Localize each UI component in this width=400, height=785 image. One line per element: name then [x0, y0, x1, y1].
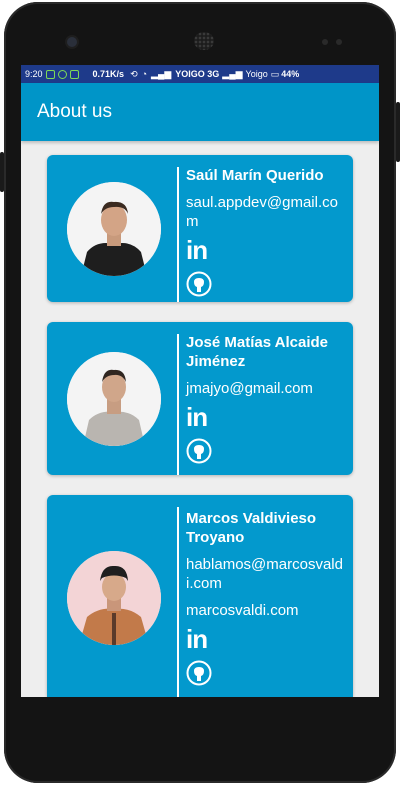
- network-speed: 0.71K/s: [92, 69, 125, 79]
- linkedin-icon[interactable]: in: [186, 237, 349, 263]
- vertical-divider: [177, 334, 179, 475]
- portrait-photo: [67, 352, 161, 446]
- light-sensor: [336, 39, 342, 45]
- team-card: Saúl Marín Querido saul.appdev@gmail.com…: [47, 155, 353, 302]
- member-name: Saúl Marín Querido: [186, 167, 324, 184]
- member-info: José Matías Alcaide Jiménez jmajyo@gmail…: [186, 333, 349, 469]
- avatar: [67, 352, 161, 446]
- notification-icon: [45, 69, 55, 79]
- member-email[interactable]: jmajyo@gmail.com: [186, 379, 349, 398]
- sync-icon: ⟲: [130, 68, 138, 79]
- team-card: Marcos Valdivieso Troyano hablamos@marco…: [47, 495, 353, 697]
- signal-icon-2: ▂▄▆: [222, 68, 243, 79]
- vertical-divider: [177, 167, 179, 302]
- github-icon[interactable]: [186, 660, 212, 686]
- carrier-1: YOIGO 3G: [175, 69, 220, 79]
- member-email[interactable]: hablamos@marcosvaldi.com: [186, 555, 349, 593]
- avatar: [67, 551, 161, 645]
- team-card: José Matías Alcaide Jiménez jmajyo@gmail…: [47, 322, 353, 475]
- status-bar: 9:20 0.71K/s ⟲ ◔ ▂▄▆ YOIGO 3G ▂▄▆ Yoigo …: [21, 65, 379, 83]
- vertical-divider: [177, 507, 179, 697]
- page-title: About us: [37, 101, 112, 122]
- carrier-2: Yoigo: [245, 69, 268, 79]
- portrait-photo: [67, 551, 161, 645]
- status-time: 9:20: [25, 69, 43, 79]
- member-website[interactable]: marcosvaldi.com: [186, 601, 349, 620]
- app-bar: About us: [21, 83, 379, 141]
- github-icon[interactable]: [186, 438, 212, 464]
- signal-icon: ▂▄▆: [151, 68, 172, 79]
- screen: 9:20 0.71K/s ⟲ ◔ ▂▄▆ YOIGO 3G ▂▄▆ Yoigo …: [21, 65, 379, 697]
- wifi-icon: ◔: [141, 69, 148, 79]
- front-camera: [67, 37, 77, 47]
- volume-button: [0, 152, 4, 192]
- proximity-sensor: [322, 39, 328, 45]
- linkedin-icon[interactable]: in: [186, 626, 349, 652]
- linkedin-icon[interactable]: in: [186, 404, 349, 430]
- portrait-photo: [67, 182, 161, 276]
- whatsapp-icon: [57, 69, 67, 79]
- github-icon[interactable]: [186, 271, 212, 297]
- avatar: [67, 182, 161, 276]
- member-name: José Matías Alcaide Jiménez: [186, 334, 329, 370]
- member-email[interactable]: saul.appdev@gmail.com: [186, 193, 349, 231]
- notification-icon-2: [69, 69, 79, 79]
- member-name: Marcos Valdivieso Troyano: [186, 510, 317, 546]
- power-button: [396, 102, 400, 162]
- earpiece-speaker: [194, 32, 214, 50]
- battery-icon: ▭: [270, 68, 280, 79]
- member-info: Marcos Valdivieso Troyano hablamos@marco…: [186, 509, 349, 691]
- member-info: Saúl Marín Querido saul.appdev@gmail.com…: [186, 166, 349, 302]
- battery-level: 44%: [281, 69, 300, 79]
